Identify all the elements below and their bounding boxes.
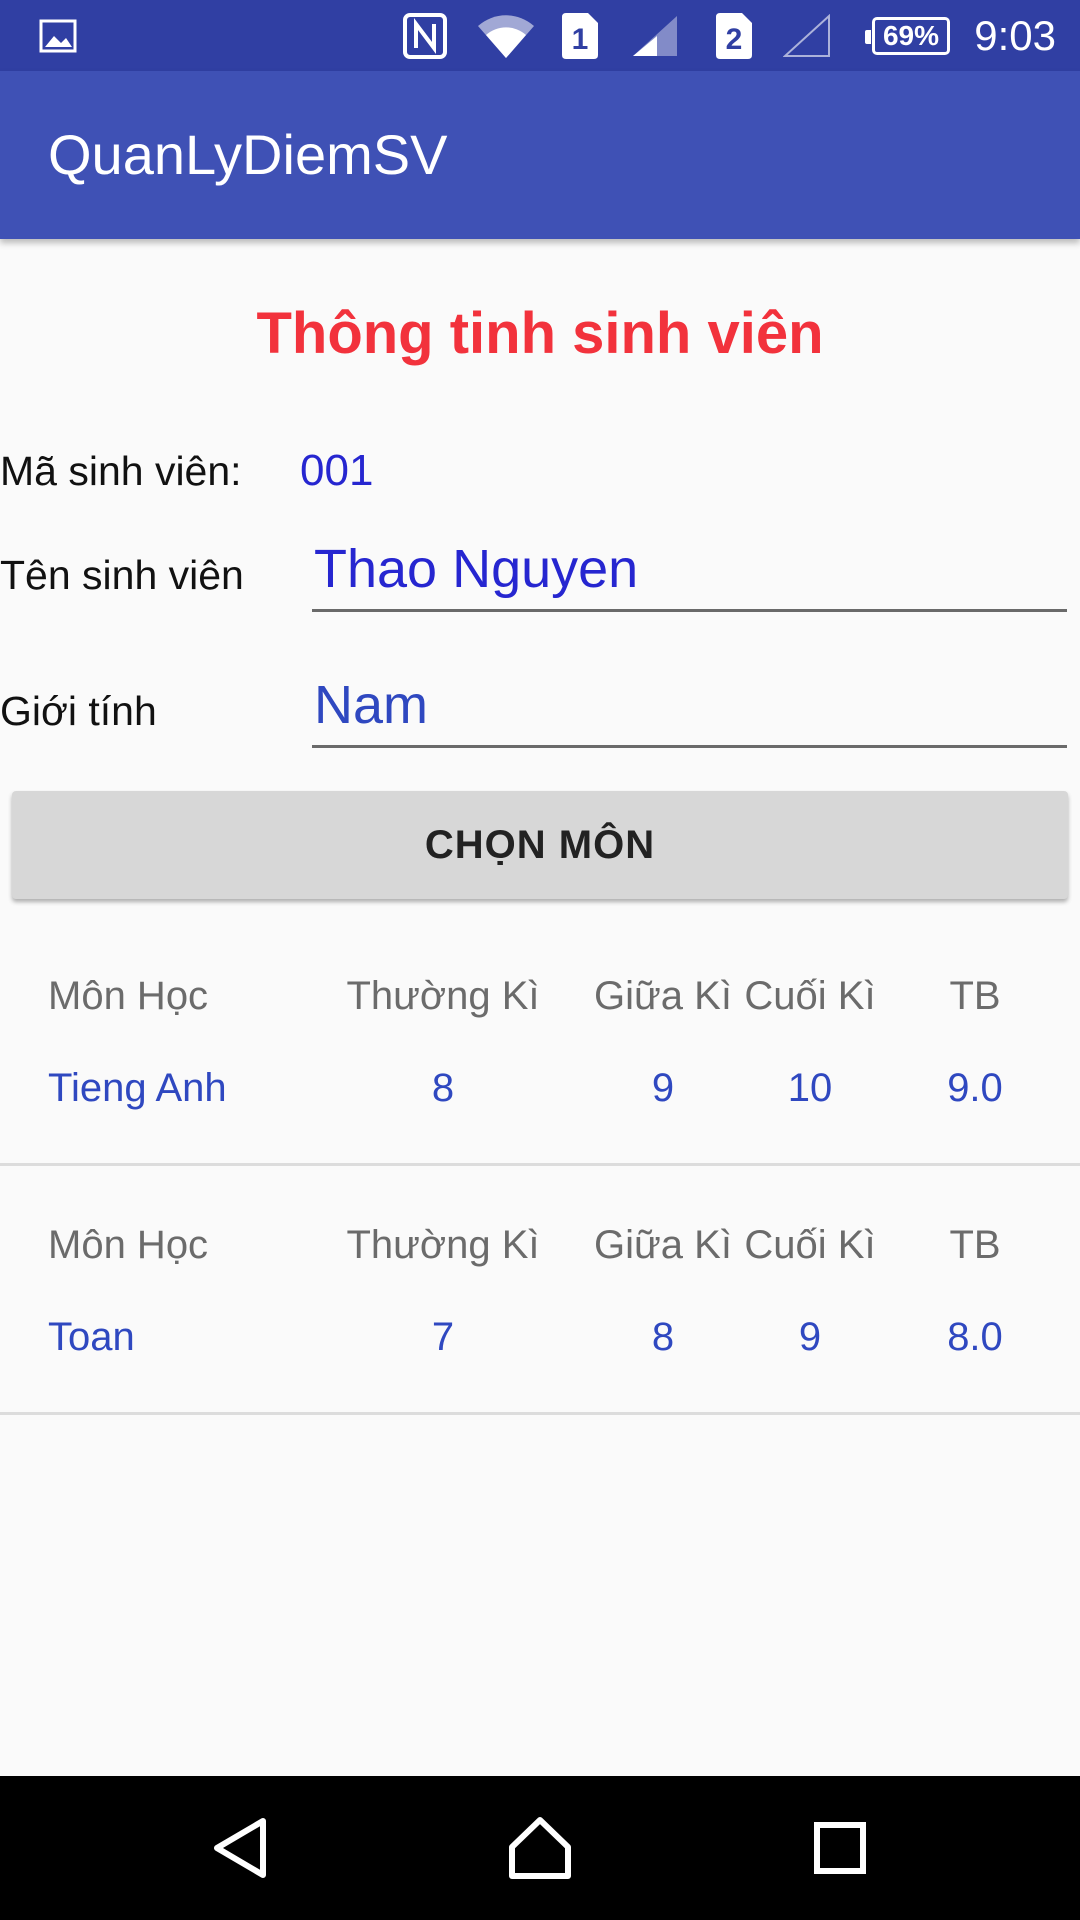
page-title: Thông tinh sinh viên <box>256 301 824 366</box>
regular-header: Thường Kì <box>346 1223 540 1267</box>
status-bar: 1 2 69% 9:03 <box>0 0 1080 71</box>
divider <box>0 1163 1080 1166</box>
regular-header: Thường Kì <box>346 974 540 1018</box>
subject-header: Môn Học <box>48 974 209 1018</box>
back-icon[interactable] <box>181 1776 301 1920</box>
regular-score: 7 <box>431 1315 455 1359</box>
student-id-value: 001 <box>300 446 374 495</box>
list-item[interactable]: Môn Học Thường Kì Giữa Kì Cuối Kì TB Toa… <box>0 1223 1080 1472</box>
average-score: 8.0 <box>947 1315 1003 1359</box>
clock: 9:03 <box>974 12 1056 59</box>
midterm-score: 8 <box>651 1315 675 1359</box>
final-header: Cuối Kì <box>744 974 876 1018</box>
sim2-label: 2 <box>726 23 743 56</box>
final-score: 10 <box>787 1066 833 1110</box>
final-header: Cuối Kì <box>744 1223 876 1267</box>
gallery-icon <box>36 0 80 71</box>
signal-icon <box>630 0 680 71</box>
list-item[interactable]: Môn Học Thường Kì Giữa Kì Cuối Kì TB Tie… <box>0 974 1080 1223</box>
average-score: 9.0 <box>947 1066 1003 1110</box>
midterm-header: Giữa Kì <box>594 974 732 1018</box>
final-score: 9 <box>798 1315 822 1359</box>
choose-subject-button[interactable]: CHỌN MÔN <box>12 791 1068 899</box>
sim1-label: 1 <box>572 23 589 56</box>
battery-icon: 69% <box>865 17 950 55</box>
student-name-field[interactable]: Thao Nguyen <box>312 532 1067 612</box>
average-header: TB <box>949 1223 1001 1267</box>
divider <box>0 1412 1080 1415</box>
subject-header: Môn Học <box>48 1223 209 1267</box>
nfc-icon <box>398 0 452 71</box>
gender-label: Giới tính <box>0 688 157 734</box>
midterm-score: 9 <box>651 1066 675 1110</box>
subject-name: Tieng Anh <box>48 1066 227 1110</box>
no-signal-icon <box>782 0 832 71</box>
recents-icon[interactable] <box>780 1776 900 1920</box>
midterm-header: Giữa Kì <box>594 1223 732 1267</box>
gender-field[interactable]: Nam <box>312 668 1067 748</box>
average-header: TB <box>949 974 1001 1018</box>
navigation-bar <box>0 1776 1080 1920</box>
battery-level: 69% <box>882 20 940 51</box>
wifi-icon <box>474 0 538 71</box>
app-toolbar: QuanLyDiemSV <box>0 71 1080 239</box>
regular-score: 8 <box>431 1066 455 1110</box>
student-name-label: Tên sinh viên <box>0 552 244 598</box>
student-id-label: Mã sinh viên: <box>0 448 242 494</box>
home-icon[interactable] <box>480 1776 600 1920</box>
sim2-icon: 2 <box>714 0 754 71</box>
subject-name: Toan <box>48 1315 135 1359</box>
app-title: QuanLyDiemSV <box>48 123 448 186</box>
sim1-icon: 1 <box>560 0 600 71</box>
